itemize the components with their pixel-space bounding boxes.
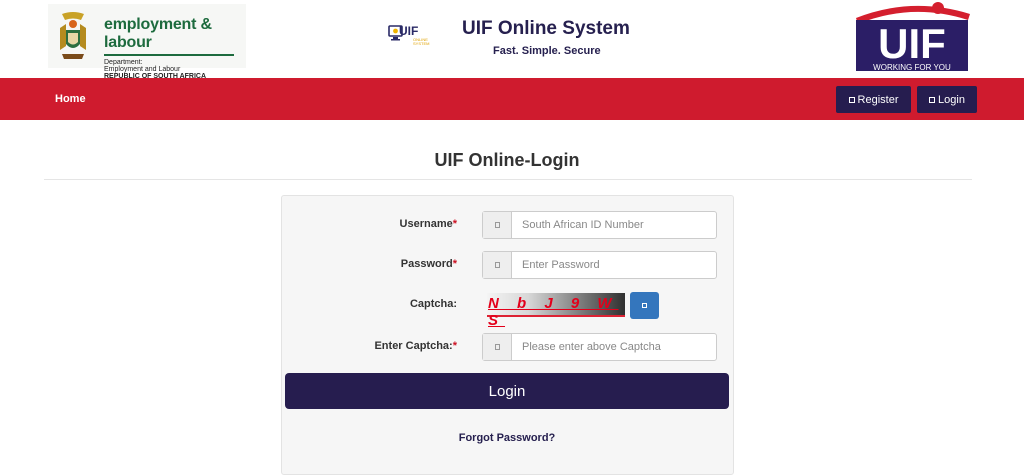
- password-label-text: Password: [400, 258, 453, 270]
- refresh-captcha-button[interactable]: [630, 292, 659, 319]
- department-logo[interactable]: employment & labour Department: Employme…: [48, 4, 246, 80]
- site-header: employment & labour Department: Employme…: [0, 0, 1024, 80]
- enter-captcha-label-text: Enter Captcha:: [374, 340, 453, 352]
- department-line-1: Department:: [104, 59, 143, 66]
- lock-icon: [483, 252, 512, 278]
- password-input[interactable]: [512, 252, 716, 278]
- system-tagline: Fast. Simple. Secure: [493, 45, 601, 57]
- uif-logo[interactable]: UIF WORKING FOR YOU: [852, 0, 972, 72]
- title-divider: [44, 179, 972, 180]
- nav-login-button[interactable]: Login: [917, 86, 977, 113]
- username-input[interactable]: [512, 212, 716, 238]
- register-button[interactable]: Register: [836, 86, 911, 113]
- required-mark: *: [452, 340, 457, 352]
- enter-captcha-field: [482, 333, 717, 361]
- uif-logo-text: UIF: [878, 20, 946, 67]
- captcha-label: Captcha:: [409, 298, 457, 310]
- department-line-2: Employment and Labour: [104, 66, 181, 73]
- department-rule: [104, 54, 234, 56]
- register-label: Register: [857, 93, 899, 106]
- username-label: Username*: [297, 218, 457, 230]
- password-label: Password*: [297, 258, 457, 270]
- captcha-input[interactable]: [512, 334, 716, 360]
- key-icon: [483, 334, 512, 360]
- required-mark: *: [452, 258, 457, 270]
- captcha-image: N b J 9 W S: [487, 293, 625, 329]
- uif-mini-logo-sub: ONLINE SYSTEM: [413, 38, 429, 46]
- login-icon: [929, 96, 936, 103]
- department-text: employment & labour Department: Employme…: [104, 16, 246, 80]
- password-field: [482, 251, 717, 279]
- uif-logo-slogan: WORKING FOR YOU: [873, 63, 951, 72]
- username-field: [482, 211, 717, 239]
- register-icon: [848, 96, 855, 103]
- username-label-text: Username: [399, 218, 453, 230]
- department-name: employment & labour: [104, 16, 212, 51]
- system-title: UIF Online System: [462, 18, 630, 39]
- main-navbar: Home Register Login: [0, 78, 1024, 120]
- uif-mini-logo-text: UIF: [399, 24, 419, 38]
- page-title: UIF Online-Login: [434, 150, 580, 170]
- login-submit-button[interactable]: Login: [285, 373, 729, 409]
- enter-captcha-label: Enter Captcha:*: [297, 340, 457, 352]
- refresh-icon: [642, 303, 647, 308]
- nav-login-label: Login: [938, 93, 965, 106]
- uif-mini-sub-2: SYSTEM: [413, 41, 430, 46]
- coat-of-arms-icon: [60, 12, 86, 59]
- forgot-password-link[interactable]: Forgot Password?: [0, 432, 1014, 444]
- captcha-text: N b J 9 W S: [488, 295, 619, 329]
- required-mark: *: [452, 218, 457, 230]
- nav-home-link[interactable]: Home: [55, 93, 86, 105]
- user-icon: [483, 212, 512, 238]
